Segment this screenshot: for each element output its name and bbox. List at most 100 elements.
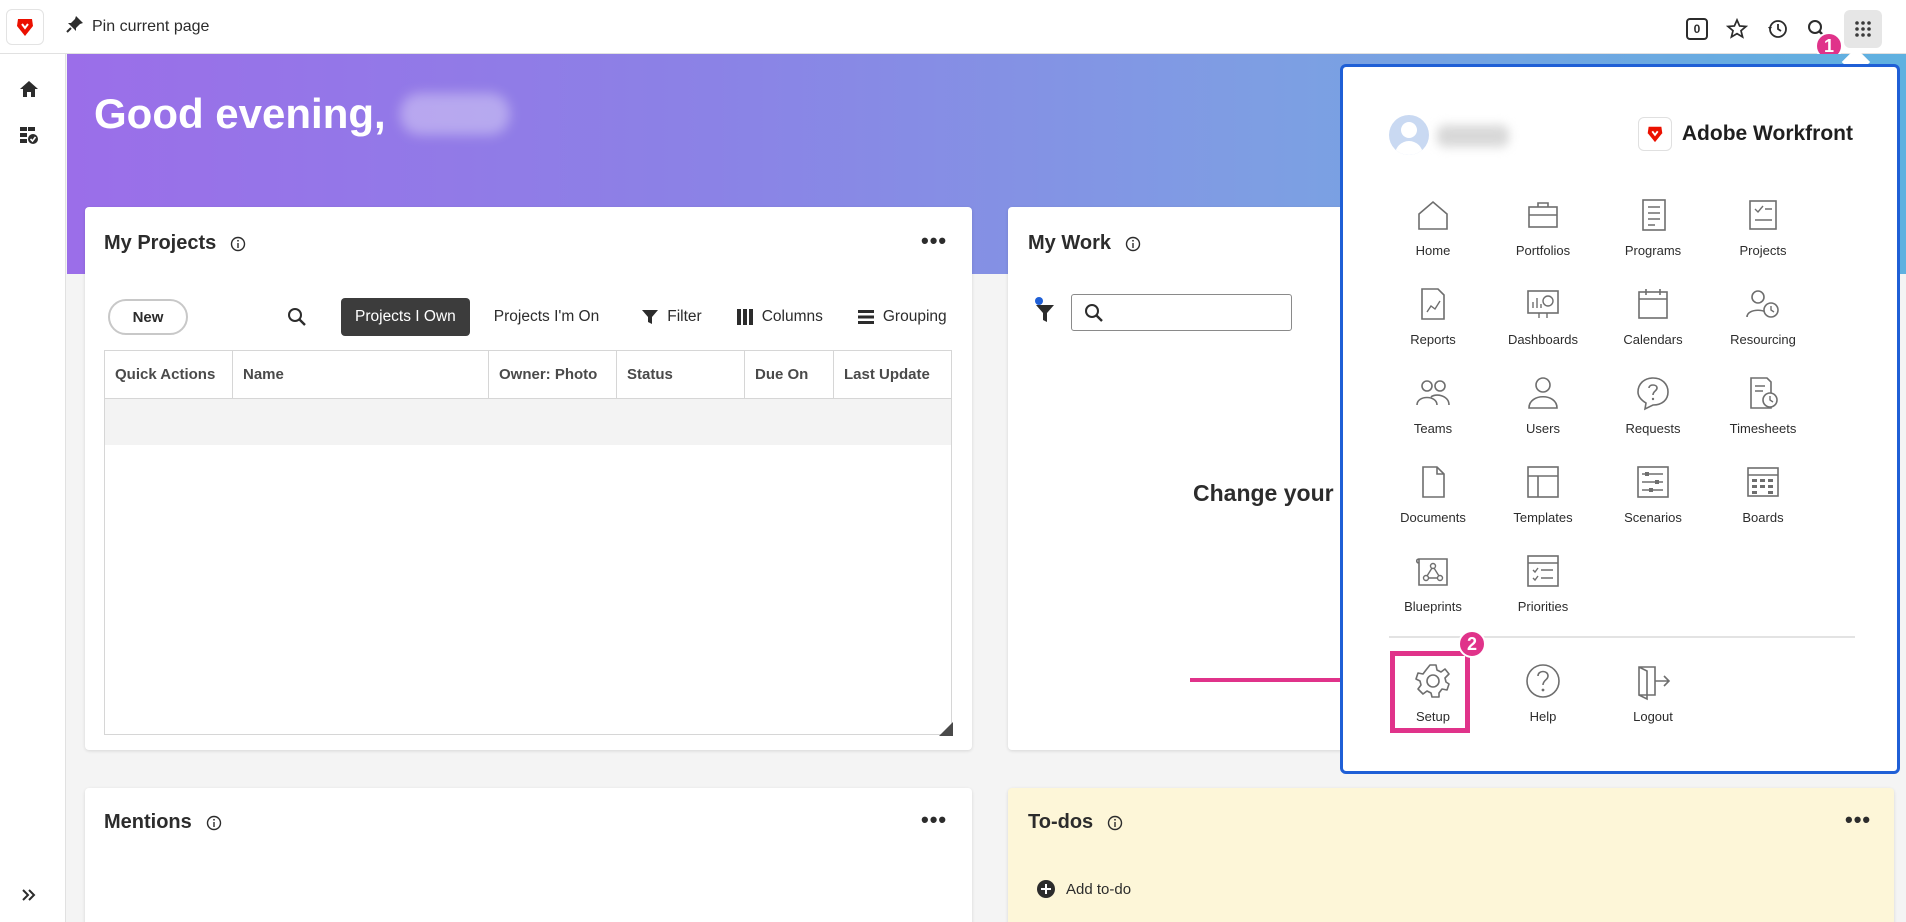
app-boards[interactable]: Boards [1713,462,1813,525]
avatar[interactable] [1389,115,1429,155]
app-teams[interactable]: Teams [1383,373,1483,436]
new-project-button[interactable]: New [108,299,188,335]
reports-icon [1421,288,1445,320]
app-scenarios[interactable]: Scenarios [1603,462,1703,525]
my-projects-title: My Projects [104,232,246,255]
brand-name: Adobe Workfront [1681,122,1853,145]
app-label: Projects [1739,243,1787,258]
project-search-icon[interactable] [287,307,307,332]
mentions-title: Mentions [104,811,222,834]
apps-grid-button[interactable] [1844,10,1882,48]
app-label: Requests [1625,421,1681,436]
boards-icon [1747,467,1779,497]
resourcing-icon [1746,290,1779,318]
app-programs[interactable]: Programs [1603,195,1703,258]
expand-chevrons-icon[interactable] [16,882,42,908]
app-logout[interactable]: Logout [1603,661,1703,724]
app-label: Users [1526,421,1560,436]
notifications-button[interactable]: 0 [1684,12,1710,46]
grouping-label: Grouping [882,308,947,325]
step-badge-2: 2 [1458,630,1486,658]
columns-button[interactable]: Columns [736,308,823,326]
pin-current-page-button[interactable]: Pin current page [66,15,209,38]
app-label: Templates [1513,510,1573,525]
column-header[interactable]: Due On [745,351,834,398]
app-priorities[interactable]: Priorities [1493,551,1593,614]
my-work-message: Change your f [1193,480,1348,506]
more-options-icon[interactable]: ••• [921,230,947,252]
todos-card [1008,788,1894,922]
templates-icon [1527,466,1559,498]
column-header[interactable]: Quick Actions [105,351,233,398]
app-documents[interactable]: Documents [1383,462,1483,525]
columns-icon [736,309,753,325]
greeting-text: Good evening, [94,90,386,137]
user-name-redacted [1437,125,1509,147]
favorites-star-icon[interactable] [1724,12,1750,46]
info-icon[interactable] [206,815,222,831]
home-icon [1418,200,1448,230]
blueprints-icon [1415,558,1448,586]
workload-check-icon[interactable] [16,122,42,148]
app-label: Blueprints [1404,599,1462,614]
help-icon [1526,664,1560,698]
search-icon [1085,304,1103,322]
app-label: Calendars [1623,332,1683,347]
app-requests[interactable]: Requests [1603,373,1703,436]
add-todo-button[interactable]: Add to-do [1036,879,1131,899]
workfront-logo-icon[interactable] [6,9,44,45]
timesheets-icon [1750,377,1778,409]
columns-label: Columns [761,308,823,325]
info-icon[interactable] [1125,236,1141,252]
teams-icon [1416,380,1450,406]
grouping-button[interactable]: Grouping [857,308,947,326]
column-header[interactable]: Status [617,351,745,398]
user-name-redacted [399,93,510,135]
app-label: Reports [1410,332,1456,347]
app-resourcing[interactable]: Resourcing [1713,284,1813,347]
brand: Adobe Workfront [1637,117,1853,151]
plus-circle-icon [1037,880,1055,898]
app-label: Timesheets [1729,421,1797,436]
app-calendars[interactable]: Calendars [1603,284,1703,347]
app-timesheets[interactable]: Timesheets [1713,373,1813,436]
app-home[interactable]: Home [1383,195,1483,258]
requests-icon [1637,377,1669,411]
home-icon[interactable] [16,76,42,102]
user-icon [1528,377,1558,409]
app-blueprints[interactable]: Blueprints [1383,551,1483,614]
app-help[interactable]: Help [1493,661,1593,724]
app-dashboards[interactable]: Dashboards [1493,284,1593,347]
projects-toolbar: Projects I Own Projects I'm On Filter Co… [341,298,947,336]
my-work-title-text: My Work [1028,232,1111,254]
mentions-title-text: Mentions [104,811,192,833]
column-header[interactable]: Owner: Photo [489,351,617,398]
table-header: Quick Actions Name Owner: Photo Status D… [105,351,951,399]
recent-history-icon[interactable] [1764,12,1790,46]
column-header[interactable]: Last Update [834,351,951,398]
filter-icon [642,310,659,324]
more-options-icon[interactable]: ••• [921,809,947,831]
notification-count: 0 [1686,18,1708,40]
tab-projects-im-on[interactable]: Projects I'm On [494,308,599,326]
app-templates[interactable]: Templates [1493,462,1593,525]
filter-button[interactable]: Filter [641,308,702,326]
info-icon[interactable] [230,236,246,252]
column-header[interactable]: Name [233,351,489,398]
app-projects[interactable]: Projects [1713,195,1813,258]
my-work-search-input[interactable] [1071,294,1292,331]
logout-icon [1638,666,1671,701]
more-options-icon[interactable]: ••• [1845,809,1871,831]
my-work-filter-icon[interactable] [1033,296,1057,329]
app-label: Portfolios [1515,243,1571,258]
tab-projects-i-own[interactable]: Projects I Own [341,298,470,336]
dashboards-icon [1527,290,1559,318]
app-label: Dashboards [1507,332,1579,347]
app-label: Teams [1413,421,1453,436]
resize-handle-icon[interactable] [939,722,953,736]
app-reports[interactable]: Reports [1383,284,1483,347]
info-icon[interactable] [1107,815,1123,831]
app-portfolios[interactable]: Portfolios [1493,195,1593,258]
priorities-icon [1527,555,1559,587]
app-users[interactable]: Users [1493,373,1593,436]
